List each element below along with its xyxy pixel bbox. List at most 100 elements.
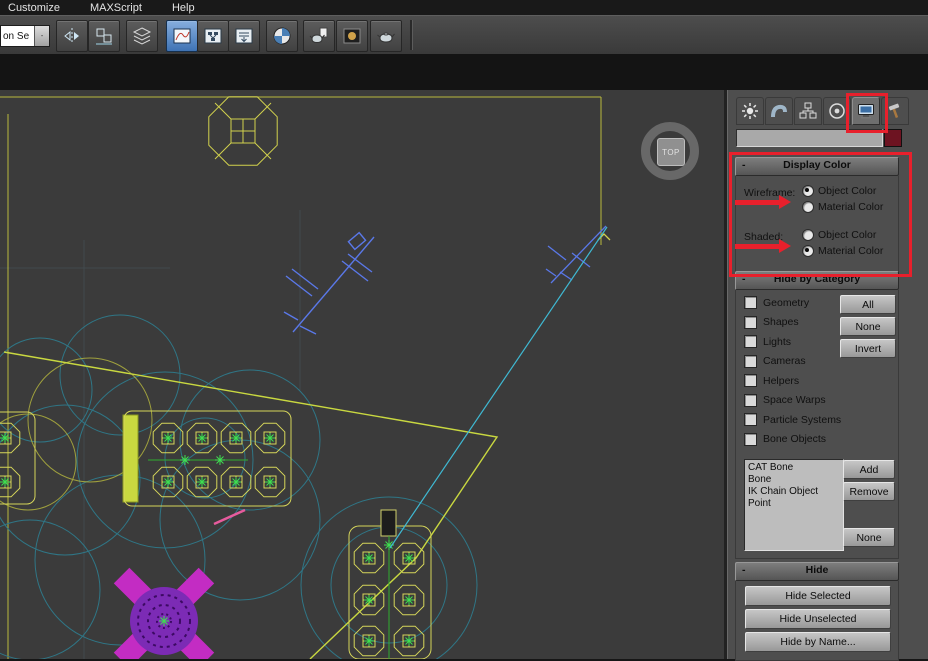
category-row-shapes[interactable]: Shapes [744,315,799,329]
list-item-bone[interactable]: Bone [748,474,840,486]
category-row-geometry[interactable]: Geometry [744,296,809,309]
tab-motion[interactable] [823,97,851,125]
render-production-button[interactable] [370,20,402,52]
rollout-header-hide-by-category[interactable]: - Hide by Category [735,271,899,290]
all-button[interactable]: All [840,295,896,314]
object-name-field[interactable] [736,129,883,147]
material-editor-button[interactable] [266,20,298,52]
create-icon [742,103,758,119]
pink-segment [213,508,246,526]
viewport-scene [0,96,611,659]
checkbox-icon[interactable] [744,432,757,446]
rollout-hide: - Hide Hide Selected Hide Unselected Hid… [735,562,899,661]
aircraft-1 [283,231,375,335]
rollout-header-display-color[interactable]: - Display Color [735,157,899,176]
tab-create[interactable] [736,97,764,125]
rollout-title: Display Color [783,159,851,171]
invert-button[interactable]: Invert [840,339,896,358]
render-setup-button[interactable] [303,20,335,52]
rendered-frame-window-button[interactable] [336,20,368,52]
vehicle-group-2 [348,509,432,659]
object-color-swatch[interactable] [884,129,902,147]
top-viewport[interactable] [0,90,727,659]
hide-unselected-button[interactable]: Hide Unselected [745,609,891,629]
aircraft-2 [545,225,611,284]
range-circles [0,314,478,659]
checkbox-icon[interactable] [744,296,757,309]
hide-selected-button[interactable]: Hide Selected [745,586,891,606]
schematic-view-icon [204,28,222,44]
radio-wireframe-material-color[interactable]: Material Color [802,201,883,213]
curve-editor-button[interactable] [166,20,198,52]
remove-button[interactable]: Remove [843,482,895,501]
rendered-frame-window-icon [343,28,361,44]
helipad-object [113,567,215,659]
utilities-icon [888,103,900,119]
collapse-icon: - [742,273,746,285]
material-editor-icon [273,27,291,45]
radio-shaded-object-color[interactable]: Object Color [802,229,876,241]
radio-icon[interactable] [802,185,814,197]
layer-manager-button[interactable] [126,20,158,52]
named-selection-set-dropdown[interactable]: on Se - [0,25,50,47]
menu-customize[interactable]: Customize [8,2,60,14]
add-button[interactable]: Add [843,460,895,479]
none-button[interactable]: None [840,317,896,336]
radio-icon[interactable] [802,245,814,257]
viewcube[interactable]: TOP [641,122,699,180]
rollout-hide-by-category: - Hide by Category Geometry Shapes Light… [735,271,899,559]
tab-modify[interactable] [765,97,793,125]
path-line [389,226,608,549]
motion-icon [829,103,845,119]
tab-hierarchy[interactable] [794,97,822,125]
rollout-header-hide[interactable]: - Hide [735,562,899,581]
radio-icon[interactable] [802,229,814,241]
checkbox-icon[interactable] [744,354,757,368]
align-button[interactable] [88,20,120,52]
hide-body: Hide Selected Hide Unselected Hide by Na… [735,581,899,661]
radio-icon[interactable] [802,201,814,213]
category-row-helpers[interactable]: Helpers [744,374,799,387]
viewcube-top-face[interactable]: TOP [657,138,685,166]
render-production-icon [377,32,395,43]
dropdown-arrow-icon[interactable]: - [34,26,49,46]
schematic-view-button[interactable] [197,20,229,52]
hide-by-name-button[interactable]: Hide by Name... [745,632,891,652]
hierarchy-icon [799,102,817,119]
render-setup-icon [309,27,328,44]
viewcube-label: TOP [662,147,680,157]
checkbox-icon[interactable] [744,315,757,329]
category-row-bone-objects[interactable]: Bone Objects [744,432,826,446]
display-icon [858,104,874,119]
category-row-particle-systems[interactable]: Particle Systems [744,413,841,426]
checkbox-icon[interactable] [744,335,757,348]
rollout-title: Hide [805,564,829,576]
category-row-space-warps[interactable]: Space Warps [744,393,826,407]
radio-wireframe-object-color[interactable]: Object Color [802,185,876,197]
wireframe-label: Wireframe: [744,187,796,199]
rollout-title: Hide by Category [773,273,861,285]
collapse-icon: - [742,564,746,576]
checkbox-icon[interactable] [744,413,757,426]
mirror-button[interactable] [56,20,88,52]
list-item-cat-bone[interactable]: CAT Bone [748,462,840,474]
tab-utilities[interactable] [881,97,909,125]
curve-editor-icon [173,28,191,44]
command-panel: - Display Color Wireframe: Object Color … [727,90,928,661]
category-listbox[interactable]: CAT Bone Bone IK Chain Object Point [744,459,844,551]
list-item-ik-chain-object[interactable]: IK Chain Object [748,486,840,498]
hide-by-category-body: Geometry Shapes Lights Cameras Helpers S… [735,290,899,559]
list-none-button[interactable]: None [843,528,895,547]
checkbox-icon[interactable] [744,393,757,407]
align-icon [96,28,112,45]
graph-editors-button[interactable] [228,20,260,52]
graph-editors-icon [235,28,253,44]
list-item-point[interactable]: Point [748,498,840,510]
menu-help[interactable]: Help [172,2,195,14]
tab-display[interactable] [852,97,880,125]
radio-shaded-material-color[interactable]: Material Color [802,245,883,257]
checkbox-icon[interactable] [744,374,757,387]
category-row-lights[interactable]: Lights [744,335,791,348]
menu-maxscript[interactable]: MAXScript [90,2,142,14]
category-row-cameras[interactable]: Cameras [744,354,806,368]
